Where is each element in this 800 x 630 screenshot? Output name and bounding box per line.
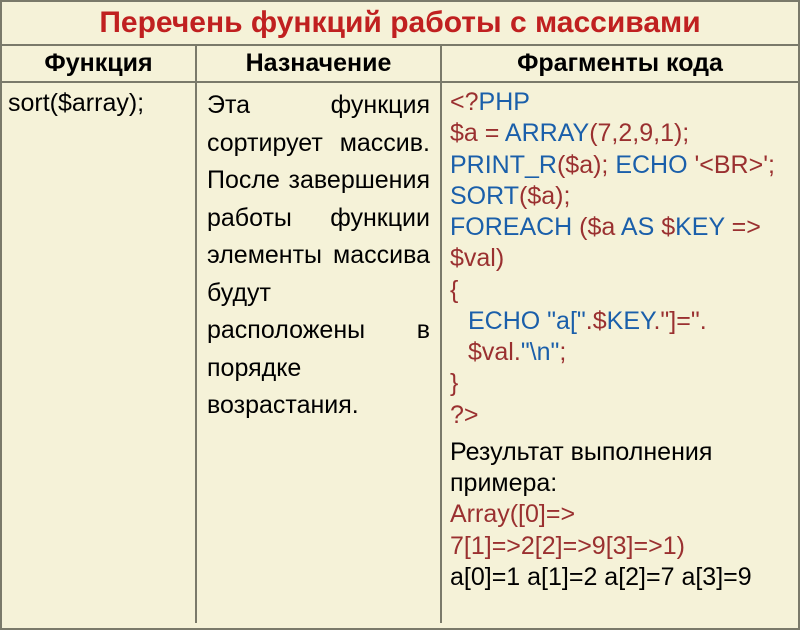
code-line-close: ?> [450,400,790,431]
cell-code-fragment: <?PHP $a = ARRAY(7,2,9,1); PRINT_R($a); … [442,83,798,623]
cell-description: Эта функция сортирует массив. После заве… [197,83,442,623]
table-header: Функция Назначение Фрагменты кода [2,46,798,83]
code-line-brace-close: } [450,368,790,399]
result-array-output: Array([0]=> 7[1]=>2[2]=>9[3]=>1) [450,499,790,562]
code-line-brace-open: { [450,275,790,306]
table-title: Перечень функций работы с массивами [2,2,798,46]
header-purpose: Назначение [197,46,442,81]
code-line-array: $a = ARRAY(7,2,9,1); [450,118,790,149]
code-line-open: <?PHP [450,87,790,118]
code-line-foreach: FOREACH ($a AS $KEY => $val) [450,212,790,275]
result-values: a[0]=1 a[1]=2 a[2]=7 a[3]=9 [450,562,790,593]
result-block: Результат выполнения примера: Array([0]=… [450,437,790,593]
code-line-echo2: ECHO "a[".$KEY."]=". $val."\n"; [450,306,790,369]
document-container: Перечень функций работы с массивами Функ… [0,0,800,630]
table-row: sort($array); Эта функция сортирует масс… [2,83,798,623]
code-line-print: PRINT_R($a); ECHO '<BR>'; [450,150,790,181]
header-function: Функция [2,46,197,81]
cell-function: sort($array); [2,83,197,623]
code-line-sort: SORT($a); [450,181,790,212]
header-code: Фрагменты кода [442,46,798,81]
result-label: Результат выполнения примера: [450,437,790,500]
